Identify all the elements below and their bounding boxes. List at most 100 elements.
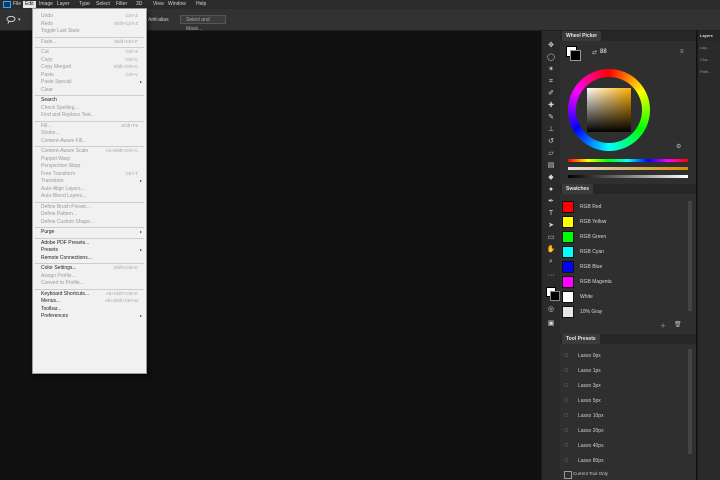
edit-menu-item-menus[interactable]: Menus... bbox=[41, 298, 60, 304]
edit-menu-item-content-aware-scale[interactable]: Content-Aware Scale bbox=[41, 148, 88, 154]
tool-presets-tab[interactable]: Tool Presets bbox=[562, 334, 600, 344]
magic-wand-icon[interactable]: ✶ bbox=[545, 65, 557, 74]
swatch-color-chip[interactable] bbox=[562, 261, 574, 273]
select-and-mask-button[interactable]: Select and Mask... bbox=[180, 15, 226, 32]
panel-menu-icon[interactable]: ≡ bbox=[680, 49, 684, 55]
edit-menu-item-keyboard-shortcuts[interactable]: Keyboard Shortcuts... bbox=[41, 291, 89, 297]
swatch-row[interactable]: RGB Yellow bbox=[562, 216, 682, 230]
wheel-picker-tab[interactable]: Wheel Picker bbox=[562, 31, 602, 41]
new-swatch-icon[interactable]: ＋ bbox=[660, 321, 666, 330]
color-wheel-settings-icon[interactable]: ⚙ bbox=[676, 143, 681, 150]
tool-preset-item[interactable]: ◌ Lasso 40px bbox=[562, 439, 688, 453]
edit-menu-item-redo[interactable]: Redo bbox=[41, 21, 53, 27]
quick-mask-icon[interactable]: ◎ bbox=[545, 305, 557, 314]
swatch-color-chip[interactable] bbox=[562, 276, 574, 288]
channels-collapsed[interactable]: Cha... bbox=[700, 57, 711, 62]
history-brush-icon[interactable]: ↺ bbox=[545, 137, 557, 146]
lasso-tool-icon[interactable] bbox=[6, 15, 17, 24]
color-wheel[interactable] bbox=[568, 69, 650, 151]
swatches-tab[interactable]: Swatches bbox=[562, 184, 594, 194]
edit-menu-item-define-custom-shape[interactable]: Define Custom Shape... bbox=[41, 219, 94, 225]
swap-icon[interactable]: ⇄ bbox=[592, 49, 597, 56]
edit-menu-item-puppet-warp[interactable]: Puppet Warp bbox=[41, 156, 70, 162]
edit-menu-item-auto-align-layers[interactable]: Auto-Align Layers... bbox=[41, 186, 85, 192]
screen-mode-icon[interactable]: ▣ bbox=[545, 319, 557, 328]
edit-menu-item-content-aware-fill[interactable]: Content-Aware Fill... bbox=[41, 138, 86, 144]
swatch-color-chip[interactable] bbox=[562, 306, 574, 318]
swatch-row[interactable]: RGB Cyan bbox=[562, 246, 682, 260]
healing-icon[interactable]: ✚ bbox=[545, 101, 557, 110]
crop-icon[interactable]: ⌗ bbox=[545, 77, 557, 86]
menu-help[interactable]: Help bbox=[196, 1, 206, 8]
swatch-color-chip[interactable] bbox=[562, 216, 574, 228]
hand-icon[interactable]: ✋ bbox=[545, 245, 557, 254]
background-color-swatch[interactable] bbox=[550, 291, 560, 301]
layers-tab[interactable]: Layers bbox=[700, 33, 713, 38]
lasso-icon[interactable]: ◯ bbox=[545, 53, 557, 62]
edit-menu-item-transform[interactable]: Transform bbox=[41, 178, 64, 184]
edit-menu-item-fade[interactable]: Fade... bbox=[41, 39, 57, 45]
swatch-row[interactable]: RGB Blue bbox=[562, 261, 682, 275]
hue-slider[interactable] bbox=[568, 159, 688, 162]
tool-preset-item[interactable]: ◌ Lasso 80px bbox=[562, 454, 688, 468]
edit-menu-item-auto-blend-layers[interactable]: Auto-Blend Layers... bbox=[41, 193, 86, 199]
swatch-row[interactable]: White bbox=[562, 291, 682, 305]
edit-menu-item-copy-merged[interactable]: Copy Merged bbox=[41, 64, 71, 70]
tool-preset-item[interactable]: ◌ Lasso 1px bbox=[562, 364, 688, 378]
edit-menu-item-purge[interactable]: Purge bbox=[41, 229, 54, 235]
edit-menu-item-paste[interactable]: Paste bbox=[41, 72, 54, 78]
zoom-icon[interactable]: ⌕ bbox=[545, 257, 557, 266]
tool-preset-item[interactable]: ◌ Lasso 5px bbox=[562, 394, 688, 408]
brush-icon[interactable]: ✎ bbox=[545, 113, 557, 122]
swatch-row[interactable]: RGB Red bbox=[562, 201, 682, 215]
gradient-icon[interactable]: ▤ bbox=[545, 161, 557, 170]
brightness-slider[interactable] bbox=[568, 175, 688, 178]
swatch-color-chip[interactable] bbox=[562, 201, 574, 213]
swatch-color-chip[interactable] bbox=[562, 291, 574, 303]
edit-menu-item-remote-connections[interactable]: Remote Connections... bbox=[41, 255, 92, 261]
menu-edit[interactable]: Edit bbox=[23, 1, 36, 8]
move-icon[interactable]: ✥ bbox=[545, 41, 557, 50]
dodge-icon[interactable]: ● bbox=[545, 185, 557, 194]
tool-preset-item[interactable]: ◌ Lasso 10px bbox=[562, 409, 688, 423]
saturation-slider[interactable] bbox=[568, 167, 688, 170]
menu-select[interactable]: Select bbox=[96, 1, 110, 8]
edit-menu-item-define-pattern[interactable]: Define Pattern... bbox=[41, 211, 77, 217]
path-select-icon[interactable]: ➤ bbox=[545, 221, 557, 230]
saturation-square[interactable] bbox=[587, 88, 631, 132]
edit-menu-item-assign-profile[interactable]: Assign Profile... bbox=[41, 273, 76, 279]
tool-dropdown-arrow[interactable]: ▾ bbox=[18, 17, 21, 23]
edit-menu-item-check-spelling[interactable]: Check Spelling... bbox=[41, 105, 79, 111]
swatches-scrollbar[interactable] bbox=[688, 201, 692, 311]
type-icon[interactable]: T bbox=[545, 209, 557, 218]
menu-image[interactable]: Image bbox=[39, 1, 53, 8]
edit-menu-item-stroke[interactable]: Stroke... bbox=[41, 130, 60, 136]
edit-menu-item-undo[interactable]: Undo bbox=[41, 13, 53, 19]
anti-alias-label[interactable]: Anti-alias bbox=[148, 17, 169, 23]
paths-collapsed[interactable]: Path... bbox=[700, 69, 712, 74]
delete-swatch-icon[interactable]: 🗑 bbox=[674, 321, 682, 328]
eraser-icon[interactable]: ▱ bbox=[545, 149, 557, 158]
edit-menu-item-toolbar[interactable]: Toolbar... bbox=[41, 306, 61, 312]
tool-preset-item[interactable]: ◌ Lasso 3px bbox=[562, 379, 688, 393]
edit-menu-item-copy[interactable]: Copy bbox=[41, 57, 53, 63]
edit-menu-item-color-settings[interactable]: Color Settings... bbox=[41, 265, 77, 271]
edit-menu-item-convert-to-profile[interactable]: Convert to Profile... bbox=[41, 280, 84, 286]
edit-menu-item-adobe-pdf-presets[interactable]: Adobe PDF Presets... bbox=[41, 240, 89, 246]
tool-preset-item[interactable]: ◌ Lasso 20px bbox=[562, 424, 688, 438]
edit-menu-item-search[interactable]: Search bbox=[41, 97, 57, 103]
menu-view[interactable]: View bbox=[153, 1, 164, 8]
menu-file[interactable]: File bbox=[13, 1, 21, 8]
menu-window[interactable]: Window bbox=[168, 1, 186, 8]
current-tool-only-checkbox[interactable] bbox=[564, 471, 572, 479]
menu-filter[interactable]: Filter bbox=[116, 1, 127, 8]
blur-icon[interactable]: ◆ bbox=[545, 173, 557, 182]
more-tools-icon[interactable]: ··· bbox=[545, 271, 557, 280]
eyedropper-icon[interactable]: ✐ bbox=[545, 89, 557, 98]
edit-menu-item-toggle-last-state[interactable]: Toggle Last State bbox=[41, 28, 80, 34]
tool-preset-item[interactable]: ◌ Lasso 0px bbox=[562, 349, 688, 363]
background-chip[interactable] bbox=[570, 50, 581, 61]
swatch-row[interactable]: 10% Gray bbox=[562, 306, 682, 320]
edit-menu-item-preferences[interactable]: Preferences bbox=[41, 313, 68, 319]
edit-menu-item-cut[interactable]: Cut bbox=[41, 49, 49, 55]
